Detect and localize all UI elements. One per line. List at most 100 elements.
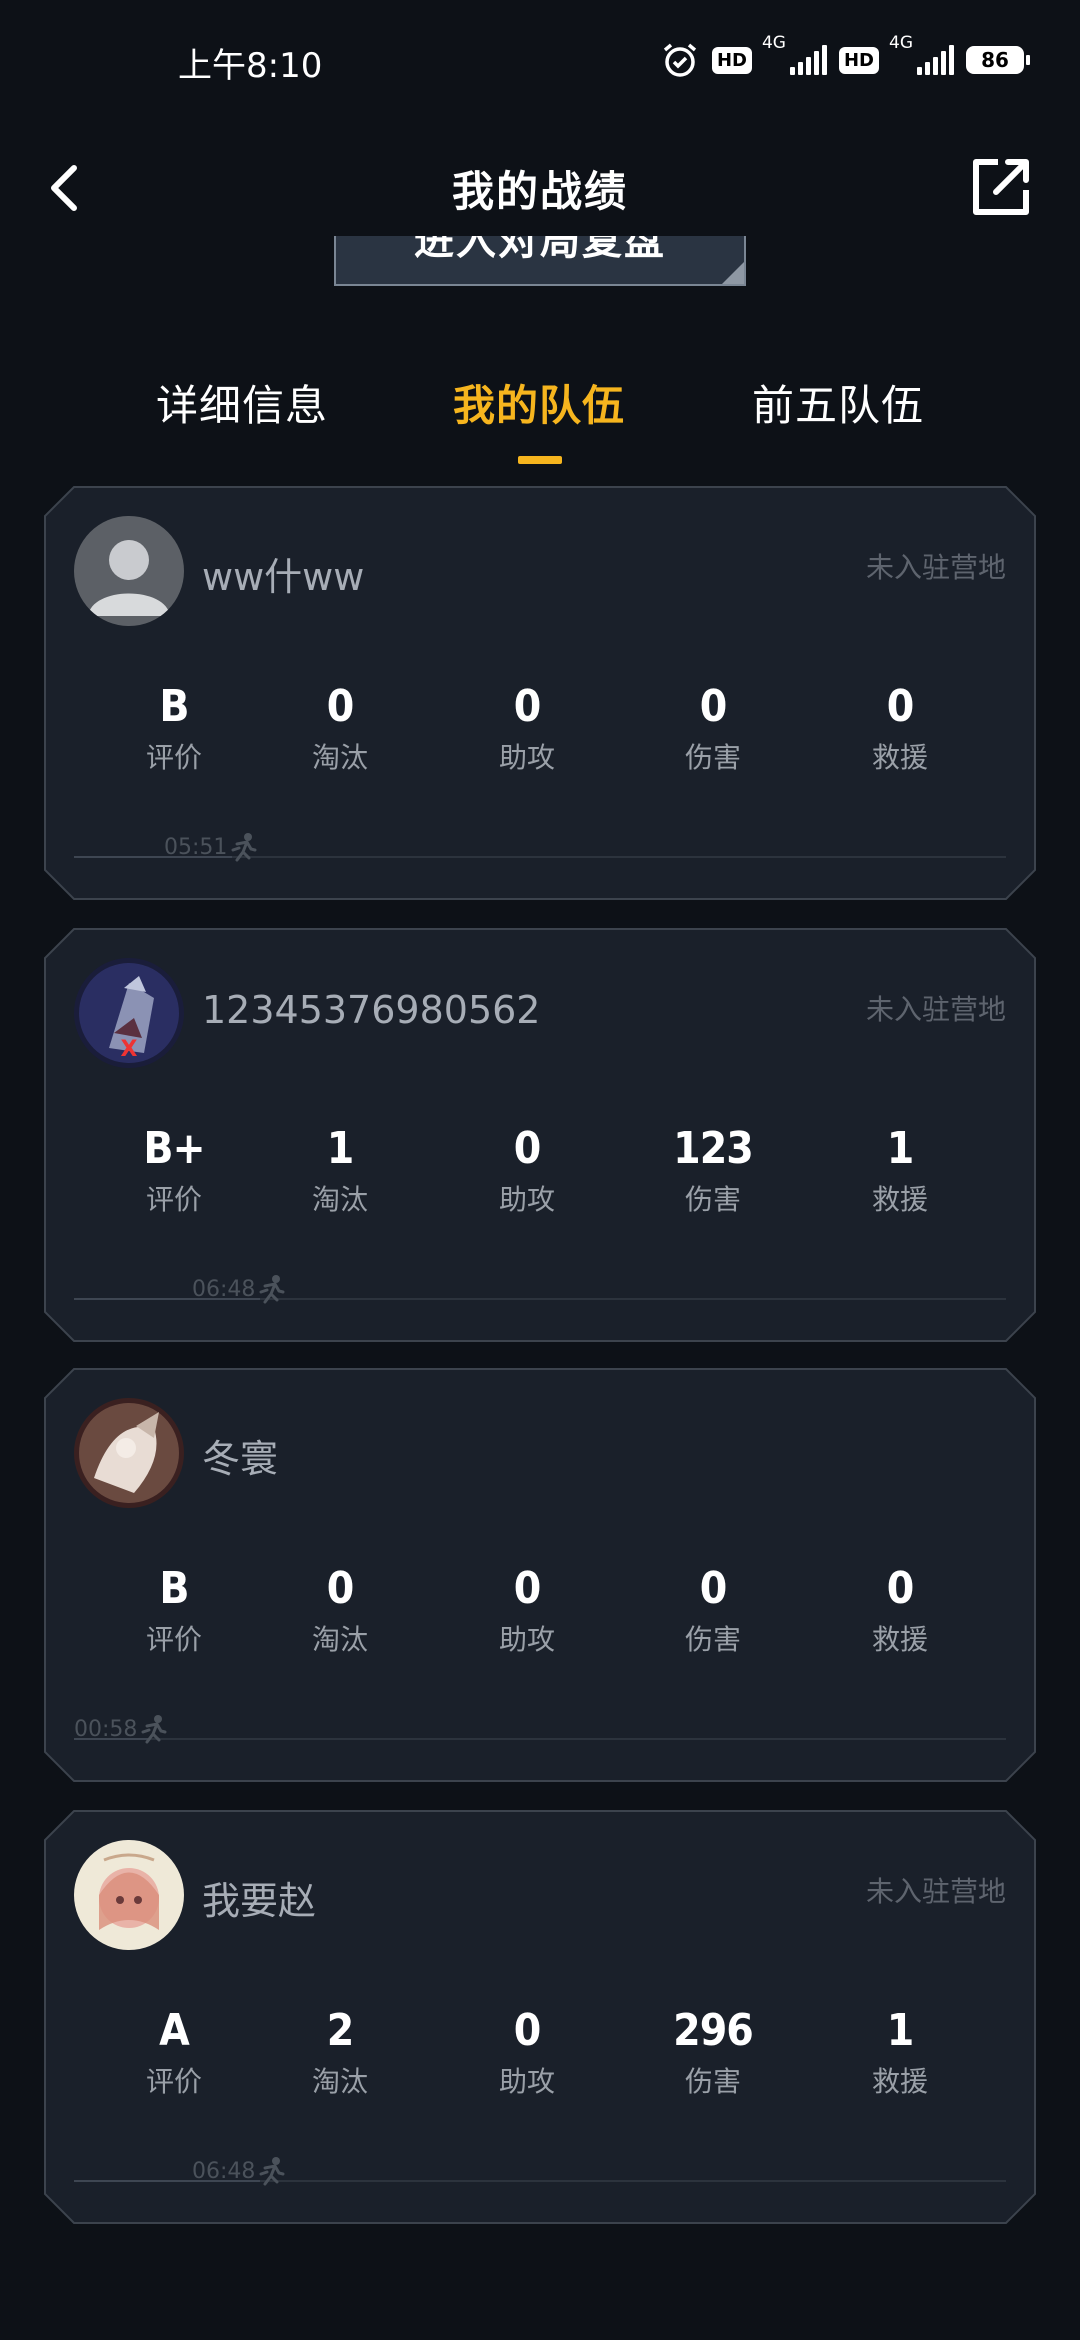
camp-status: 未入驻营地 [865,993,1006,1026]
stat-label: 助攻 [498,2065,555,2098]
running-icon [259,1275,285,1304]
stat-label: 淘汰 [311,2065,368,2098]
battery-level: 86 [981,48,1009,72]
camp-status: 未入驻营地 [865,1875,1006,1908]
stat-item: 0 助攻 [452,2006,602,2100]
stat-value: 2 [326,2005,355,2056]
stat-label: 助攻 [498,741,555,774]
tab-details[interactable]: 详细信息 [156,372,328,433]
replay-banner-label: 进入对局复盘 [414,236,666,264]
tab-my-team[interactable]: 我的队伍 [453,372,625,433]
stat-label: 助攻 [498,1623,555,1656]
survival-time: 06:48 [192,2158,256,2184]
stat-item: 0 助攻 [452,682,602,776]
player-card[interactable]: ww什ww 未入驻营地 B 评价 0 淘汰 0 助攻 0 伤害 0 救援 05:51 [44,486,1036,900]
stat-value: 1 [886,2005,915,2056]
status-time: 上午8:10 [178,46,323,86]
survival-time-marker: 06:48 [192,2156,285,2186]
stat-value: 0 [513,1123,542,1174]
stat-value: 123 [673,1123,754,1174]
survival-timeline: 05:51 [74,833,1006,862]
share-external-icon [973,159,1029,215]
player-card[interactable]: X 12345376980562 未入驻营地 B+ 评价 1 淘汰 0 助攻 123 伤害 1 救援 06… [44,928,1036,1342]
survival-timeline: 06:48 [74,1275,1006,1304]
status-bar: 上午8:10 HD 4G HD 4G 86 [0,0,1080,120]
stat-value: 0 [886,681,915,732]
stat-label: 伤害 [684,1183,741,1216]
stat-value: 0 [513,2005,542,2056]
corner-decoration [722,262,744,284]
tab-top-five[interactable]: 前五队伍 [752,372,924,433]
stat-value: 0 [326,681,355,732]
player-name: 冬寰 [202,1437,279,1481]
survival-timeline: 06:48 [74,2157,1006,2186]
stat-value: 0 [326,1563,355,1614]
app-header: 我的战绩 [0,140,1080,230]
stat-item: 0 助攻 [452,1124,602,1218]
player-avatar[interactable] [74,1398,184,1508]
stat-item: 0 淘汰 [265,1564,415,1658]
player-avatar[interactable] [74,1840,184,1950]
stat-item: 0 伤害 [638,1564,788,1658]
player-stats: B 评价 0 淘汰 0 助攻 0 伤害 0 救援 [44,682,1036,802]
stat-label: 助攻 [498,1183,555,1216]
share-button[interactable] [970,154,1034,218]
stat-item: B+ 评价 [99,1124,249,1218]
stat-item: B 评价 [99,1564,249,1658]
stat-label: 救援 [871,2065,928,2098]
player-name: 我要赵 [202,1879,317,1923]
stat-label: 评价 [145,1623,202,1656]
survival-time: 00:58 [74,1716,138,1742]
running-icon [231,833,257,862]
survival-timeline: 00:58 [74,1715,1006,1744]
player-name: ww什ww [202,555,365,599]
stat-item: 0 救援 [825,1564,975,1658]
stat-value: A [159,2005,190,2056]
stat-value: 0 [513,1563,542,1614]
stat-value: 1 [326,1123,355,1174]
signal-icon: 4G [889,33,954,75]
network-type: 4G [889,33,913,53]
stat-value: 1 [886,1123,915,1174]
player-stats: B 评价 0 淘汰 0 助攻 0 伤害 0 救援 [44,1564,1036,1684]
stat-label: 伤害 [684,741,741,774]
stat-label: 淘汰 [311,741,368,774]
stat-item: 123 伤害 [638,1124,788,1218]
stat-value: 0 [699,681,728,732]
stat-item: B 评价 [99,682,249,776]
stat-value: B [159,681,189,732]
survival-time: 06:48 [192,1276,256,1302]
running-icon [141,1715,167,1744]
stat-item: 0 淘汰 [265,682,415,776]
survival-time-marker: 06:48 [192,1274,285,1304]
stat-item: A 评价 [99,2006,249,2100]
replay-banner-button[interactable]: 进入对局复盘 [334,236,746,286]
stat-item: 2 淘汰 [265,2006,415,2100]
stat-item: 296 伤害 [638,2006,788,2100]
stat-value: 0 [513,681,542,732]
stat-label: 救援 [871,741,928,774]
stat-item: 1 淘汰 [265,1124,415,1218]
tab-bar: 详细信息 我的队伍 前五队伍 [0,372,1080,472]
stat-label: 评价 [145,1183,202,1216]
player-avatar[interactable] [74,516,184,626]
player-avatar[interactable]: X [74,958,184,1068]
stat-label: 淘汰 [311,1623,368,1656]
stat-value: 0 [699,1563,728,1614]
svg-text:X: X [121,1037,138,1062]
stat-item: 1 救援 [825,2006,975,2100]
stat-label: 伤害 [684,1623,741,1656]
player-card[interactable]: 我要赵 未入驻营地 A 评价 2 淘汰 0 助攻 296 伤害 1 救援 06:48 [44,1810,1036,2224]
player-stats: A 评价 2 淘汰 0 助攻 296 伤害 1 救援 [44,2006,1036,2126]
status-icons: HD 4G HD 4G 86 [660,33,1030,80]
hd-badge: HD [838,46,879,74]
stat-item: 0 伤害 [638,682,788,776]
player-card[interactable]: 冬寰 B 评价 0 淘汰 0 助攻 0 伤害 0 救援 00:58 [44,1368,1036,1782]
player-name: 12345376980562 [202,988,541,1032]
survival-time-marker: 05:51 [164,832,257,862]
battery-icon: 86 [966,46,1030,74]
stat-value: B+ [143,1123,205,1174]
alarm-icon [663,43,697,77]
stat-label: 评价 [145,741,202,774]
stat-item: 0 救援 [825,682,975,776]
